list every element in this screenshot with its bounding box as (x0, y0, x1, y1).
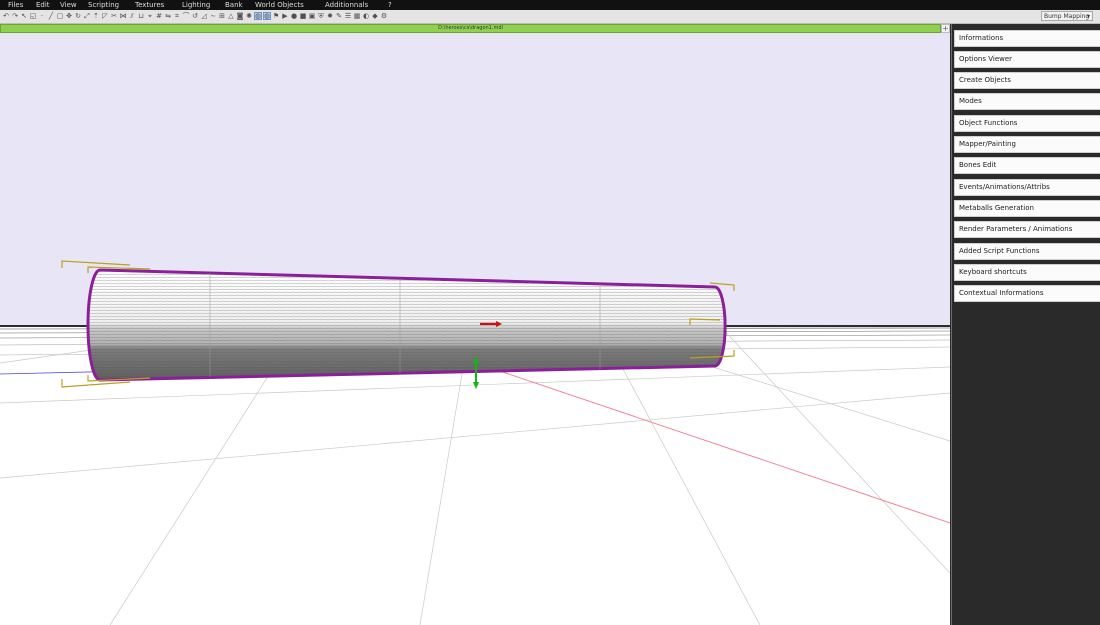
triangulate-icon[interactable]: △ (227, 12, 235, 20)
panel-informations[interactable]: Informations (954, 30, 1100, 47)
layers-icon[interactable]: ☰ (344, 12, 352, 20)
camera-icon[interactable]: ◙ (236, 12, 244, 20)
menu-bank[interactable]: Bank (225, 1, 243, 9)
settings-icon[interactable]: ⚙ (380, 12, 388, 20)
redo-icon[interactable]: ↷ (11, 12, 19, 20)
panel-mapper-painting[interactable]: Mapper/Painting (954, 136, 1100, 153)
undo-icon[interactable]: ↶ (2, 12, 10, 20)
viewport-3d[interactable] (0, 33, 950, 625)
twist-icon[interactable]: ↺ (191, 12, 199, 20)
menu-lighting[interactable]: Lighting (182, 1, 210, 9)
panel-events-animations[interactable]: Events/Animations/Attribs (954, 179, 1100, 196)
mirror-icon[interactable]: ⇋ (164, 12, 172, 20)
panel-metaballs-generation[interactable]: Metaballs Generation (954, 200, 1100, 217)
select-icon[interactable]: ◱ (29, 12, 37, 20)
panel-contextual-informations[interactable]: Contextual Informations (954, 285, 1100, 302)
merge-icon[interactable]: ⊔ (137, 12, 145, 20)
diamond-icon[interactable]: ◆ (371, 12, 379, 20)
lattice-icon[interactable]: ⌗ (173, 12, 181, 20)
menu-world-objects[interactable]: World Objects (255, 1, 304, 9)
panel-bones-edit[interactable]: Bones Edit (954, 157, 1100, 174)
menu-files[interactable]: Files (8, 1, 23, 9)
cut-icon[interactable]: ✂ (110, 12, 118, 20)
toolbar: ↶ ↷ ↖ ◱ · ╱ ▢ ✥ ↻ ⤢ ⇡ ◸ ✂ ⋈ ⫽ ⊔ ⌖ # ⇋ ⌗ ⌒ ↺ ◿ ∼ ⊞ △ ◙ ✺ ◍ ◍ ⚑ ▶ ● ■ ▣ ⛨ ✹ ✎ ☰ ▦… (0, 10, 1100, 24)
smooth-icon[interactable]: ∼ (209, 12, 217, 20)
file-path-bar: D:\heroes\cs\dragon1.mdl (0, 24, 941, 33)
split-icon[interactable]: ⫽ (128, 12, 136, 20)
sphere-shade-icon[interactable]: ◐ (362, 12, 370, 20)
flag-icon[interactable]: ⚑ (272, 12, 280, 20)
render-mode-select[interactable]: Bump Mapping ▾ (1041, 11, 1093, 21)
side-panel: Informations Options Viewer Create Objec… (951, 24, 1100, 625)
weld-icon[interactable]: ⋈ (119, 12, 127, 20)
scale-icon[interactable]: ⤢ (83, 12, 91, 20)
menu-help[interactable]: ? (388, 1, 392, 9)
move-icon[interactable]: ✥ (65, 12, 73, 20)
grid-icon[interactable]: # (155, 12, 163, 20)
texture-icon[interactable]: ▦ (353, 12, 361, 20)
stop-icon[interactable]: ■ (299, 12, 307, 20)
viewport-add-button[interactable]: + (941, 24, 950, 33)
bomb-icon[interactable]: ✹ (326, 12, 334, 20)
snap-icon[interactable]: ⌖ (146, 12, 154, 20)
extrude-icon[interactable]: ⇡ (92, 12, 100, 20)
rotate-icon[interactable]: ↻ (74, 12, 82, 20)
menu-bar: Files Edit View Scripting Textures Light… (0, 0, 1100, 10)
bend-icon[interactable]: ⌒ (182, 12, 190, 20)
bevel-icon[interactable]: ◸ (101, 12, 109, 20)
panel-modes[interactable]: Modes (954, 93, 1100, 110)
panel-keyboard-shortcuts[interactable]: Keyboard shortcuts (954, 264, 1100, 281)
record-icon[interactable]: ● (290, 12, 298, 20)
panel-object-functions[interactable]: Object Functions (954, 115, 1100, 132)
sphere-icon[interactable]: ◍ (254, 12, 262, 20)
viewport-scene (0, 33, 950, 625)
shield-icon[interactable]: ⛨ (317, 12, 325, 20)
light-icon[interactable]: ✺ (245, 12, 253, 20)
menu-textures[interactable]: Textures (135, 1, 164, 9)
face-icon[interactable]: ▢ (56, 12, 64, 20)
toolbar-icons: ↶ ↷ ↖ ◱ · ╱ ▢ ✥ ↻ ⤢ ⇡ ◸ ✂ ⋈ ⫽ ⊔ ⌖ # ⇋ ⌗ ⌒ ↺ ◿ ∼ ⊞ △ ◙ ✺ ◍ ◍ ⚑ ▶ ● ■ ▣ ⛨ ✹ ✎ ☰ ▦… (2, 12, 388, 21)
cursor-icon[interactable]: ↖ (20, 12, 28, 20)
panel-render-parameters[interactable]: Render Parameters / Animations (954, 221, 1100, 238)
paint-icon[interactable]: ✎ (335, 12, 343, 20)
menu-edit[interactable]: Edit (36, 1, 50, 9)
globe-icon[interactable]: ◍ (263, 12, 271, 20)
edge-icon[interactable]: ╱ (47, 12, 55, 20)
menu-scripting[interactable]: Scripting (88, 1, 119, 9)
panel-create-objects[interactable]: Create Objects (954, 72, 1100, 89)
chevron-down-icon: ▾ (1086, 13, 1090, 20)
menu-view[interactable]: View (60, 1, 77, 9)
play-icon[interactable]: ▶ (281, 12, 289, 20)
menu-additionnals[interactable]: Additionnals (325, 1, 368, 9)
subdivide-icon[interactable]: ⊞ (218, 12, 226, 20)
render-mode-value: Bump Mapping (1044, 13, 1090, 20)
panel-added-script-functions[interactable]: Added Script Functions (954, 243, 1100, 260)
taper-icon[interactable]: ◿ (200, 12, 208, 20)
cube-icon[interactable]: ▣ (308, 12, 316, 20)
panel-options-viewer[interactable]: Options Viewer (954, 51, 1100, 68)
vertex-icon[interactable]: · (38, 12, 46, 20)
selected-cylinder[interactable] (86, 268, 727, 382)
